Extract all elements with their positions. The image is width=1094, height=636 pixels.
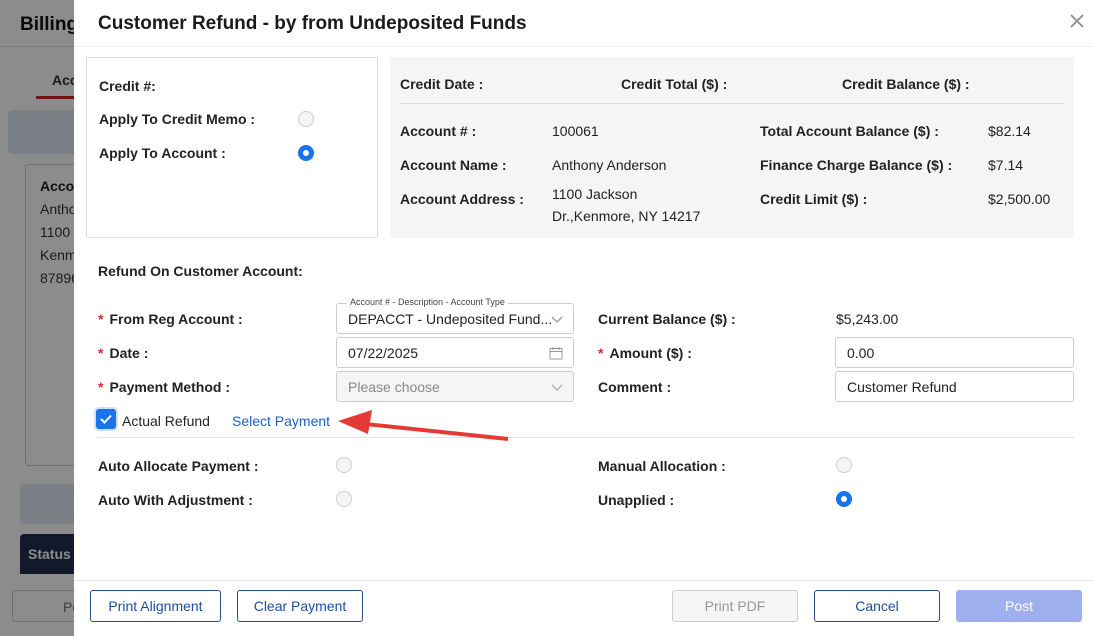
from-reg-account-label-text: From Reg Account :	[109, 311, 243, 327]
account-name-label: Account Name :	[400, 157, 507, 173]
customer-refund-modal: Customer Refund - by from Undeposited Fu…	[74, 0, 1094, 636]
payment-method-label: * Payment Method :	[98, 379, 230, 395]
payment-method-select[interactable]: Please choose	[336, 371, 574, 402]
account-info-panel: Credit Date : Credit Total ($) : Credit …	[390, 57, 1074, 238]
required-marker: *	[98, 311, 104, 327]
required-marker: *	[598, 345, 604, 361]
modal-title: Customer Refund - by from Undeposited Fu…	[98, 13, 527, 34]
comment-label: Comment :	[598, 379, 672, 395]
from-reg-account-select[interactable]: Account # - Description - Account Type D…	[336, 297, 574, 334]
from-reg-account-value: DEPACCT - Undeposited Fund...	[348, 311, 553, 327]
credit-total-label: Credit Total ($) :	[621, 76, 728, 92]
required-marker: *	[98, 379, 104, 395]
payment-method-placeholder: Please choose	[348, 379, 440, 395]
required-marker: *	[98, 345, 104, 361]
checkmark-icon	[100, 414, 112, 424]
current-balance-label: Current Balance ($) :	[598, 311, 736, 327]
payment-method-label-text: Payment Method :	[109, 379, 231, 395]
apply-account-label: Apply To Account :	[99, 145, 226, 161]
from-reg-account-label: * From Reg Account :	[98, 311, 243, 327]
account-number-label: Account # :	[400, 123, 477, 139]
from-reg-account-legend: Account # - Description - Account Type	[347, 297, 508, 307]
print-alignment-button[interactable]: Print Alignment	[90, 590, 221, 622]
actual-refund-checkbox[interactable]	[96, 409, 116, 429]
credit-date-label: Credit Date :	[400, 76, 484, 92]
auto-allocate-label: Auto Allocate Payment :	[98, 458, 259, 474]
modal-footer: Print Alignment Clear Payment Print PDF …	[74, 580, 1094, 636]
auto-adjustment-radio[interactable]	[336, 491, 352, 507]
date-label: * Date :	[98, 345, 148, 361]
current-balance-value: $5,243.00	[836, 311, 899, 327]
date-label-text: Date :	[109, 345, 149, 361]
amount-label-text: Amount ($) :	[609, 345, 692, 361]
finance-charge-balance-value: $7.14	[988, 157, 1024, 173]
account-name-value: Anthony Anderson	[552, 157, 667, 173]
clear-payment-button[interactable]: Clear Payment	[237, 590, 363, 622]
credit-limit-value: $2,500.00	[988, 191, 1051, 207]
total-account-balance-value: $82.14	[988, 123, 1031, 139]
apply-credit-memo-label: Apply To Credit Memo :	[99, 111, 256, 127]
manual-allocation-radio[interactable]	[836, 457, 852, 473]
auto-adjustment-label: Auto With Adjustment :	[98, 492, 253, 508]
actual-refund-label: Actual Refund	[122, 413, 210, 429]
account-address-line1: 1100 Jackson	[552, 186, 638, 202]
refund-section-label: Refund On Customer Account:	[98, 263, 303, 279]
modal-header: Customer Refund - by from Undeposited Fu…	[74, 0, 1094, 47]
print-pdf-button[interactable]: Print PDF	[672, 590, 798, 622]
account-number-value: 100061	[552, 123, 599, 139]
credit-options-box: Credit #: Apply To Credit Memo : Apply T…	[86, 57, 378, 238]
chevron-down-icon	[551, 384, 563, 391]
apply-credit-memo-radio[interactable]	[298, 111, 314, 127]
finance-charge-balance-label: Finance Charge Balance ($) :	[760, 157, 953, 173]
amount-input[interactable]: 0.00	[835, 337, 1074, 368]
credit-number-label: Credit #:	[99, 78, 156, 94]
section-divider	[98, 437, 1074, 438]
auto-allocate-radio[interactable]	[336, 457, 352, 473]
calendar-icon[interactable]	[549, 346, 563, 360]
credit-balance-label: Credit Balance ($) :	[842, 76, 970, 92]
chevron-down-icon	[551, 316, 563, 323]
total-account-balance-label: Total Account Balance ($) :	[760, 123, 939, 139]
account-address-label: Account Address :	[400, 191, 524, 207]
info-divider	[400, 103, 1064, 104]
close-icon[interactable]	[1068, 12, 1086, 30]
account-address-line2: Dr.,Kenmore, NY 14217	[552, 208, 701, 224]
post-button[interactable]: Post	[956, 590, 1082, 622]
cancel-button[interactable]: Cancel	[814, 590, 940, 622]
unapplied-radio[interactable]	[836, 491, 852, 507]
select-payment-link[interactable]: Select Payment	[232, 413, 330, 429]
date-value: 07/22/2025	[348, 345, 419, 361]
amount-label: * Amount ($) :	[598, 345, 692, 361]
comment-input[interactable]: Customer Refund	[835, 371, 1074, 402]
unapplied-label: Unapplied :	[598, 492, 675, 508]
credit-limit-label: Credit Limit ($) :	[760, 191, 868, 207]
manual-allocation-label: Manual Allocation :	[598, 458, 726, 474]
date-input[interactable]: 07/22/2025	[336, 337, 574, 368]
apply-account-radio[interactable]	[298, 145, 314, 161]
